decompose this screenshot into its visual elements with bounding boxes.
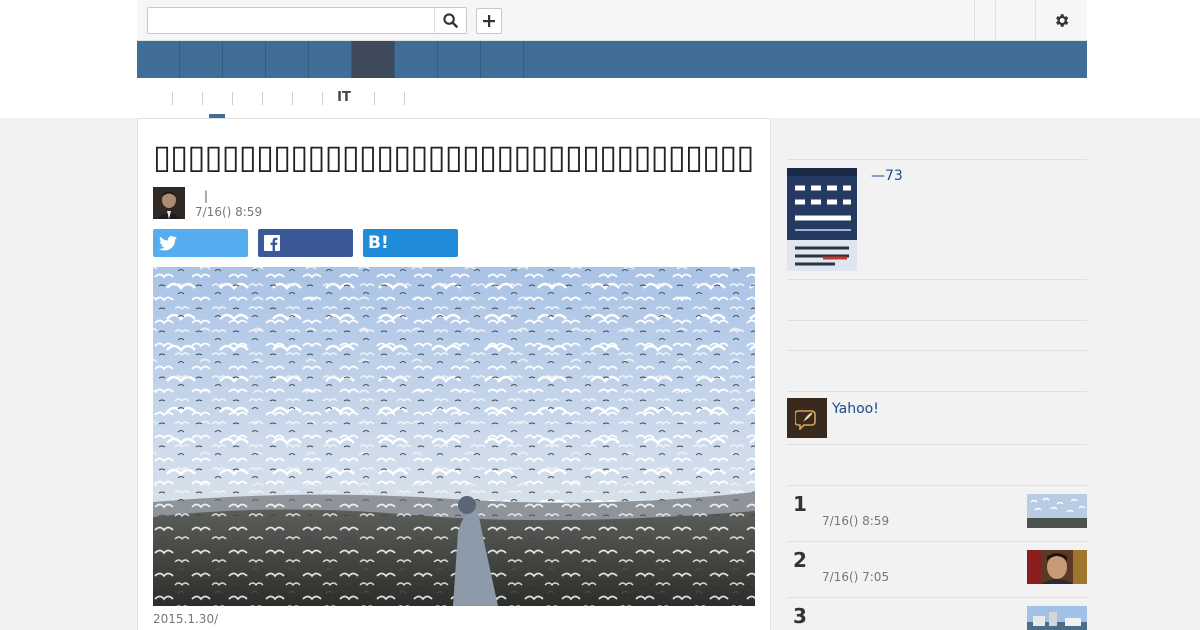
tab-divider: [404, 92, 405, 105]
ranking-item[interactable]: 3: [787, 598, 1087, 630]
header-divider: [974, 0, 975, 40]
book-cover[interactable]: [787, 168, 857, 271]
nav-item[interactable]: [223, 41, 266, 78]
header-divider: [995, 0, 996, 40]
nav-item[interactable]: [395, 41, 438, 78]
category-tabs: IT: [137, 78, 1087, 118]
book-link[interactable]: —73: [871, 168, 903, 184]
nav-item[interactable]: [438, 41, 481, 78]
twitter-share-button[interactable]: [153, 229, 248, 257]
photo-caption: 2015.1.30/: [153, 612, 219, 626]
nav-item[interactable]: [180, 41, 223, 78]
yahoo-quill-icon[interactable]: [787, 398, 827, 438]
settings-button[interactable]: [1036, 0, 1087, 40]
search-box: [147, 7, 467, 34]
sidebar-divider: [787, 320, 1087, 321]
hatena-share-button[interactable]: B!: [363, 229, 458, 257]
yahoo-link[interactable]: Yahoo!: [832, 401, 879, 417]
sidebar-divider: [787, 279, 1087, 280]
publish-date: 7/16() 8:59: [195, 205, 263, 219]
tab-divider: [322, 92, 323, 105]
search-button[interactable]: [434, 8, 466, 33]
sidebar: —73 Yahoo! 1 7/16() 8:59 2 7/16() 7:05 3: [787, 118, 1087, 630]
twitter-icon: [159, 235, 177, 250]
rank-date: 7/16() 7:05: [822, 570, 890, 584]
sidebar-divider: [787, 159, 1087, 160]
search-icon: [443, 13, 458, 28]
author-separator: |: [204, 189, 209, 203]
facebook-icon: [264, 235, 280, 251]
nav-item[interactable]: [266, 41, 309, 78]
plus-icon: [483, 15, 495, 27]
tab-divider: [202, 92, 203, 105]
quill-icon: [795, 410, 816, 430]
rank-thumbnail: [1027, 606, 1087, 630]
author-avatar[interactable]: [153, 187, 185, 219]
rank-date: 7/16() 8:59: [822, 514, 890, 528]
nav-item[interactable]: [137, 41, 180, 78]
facebook-share-button[interactable]: [258, 229, 353, 257]
hatena-icon: B!: [368, 233, 389, 253]
main-nav: [137, 41, 1087, 78]
nav-item-active[interactable]: [352, 41, 395, 78]
sidebar-divider: [787, 444, 1087, 445]
nav-item[interactable]: [481, 41, 524, 78]
ranking-item[interactable]: 2 7/16() 7:05: [787, 542, 1087, 598]
rank-number: 2: [793, 548, 807, 572]
add-button[interactable]: [476, 8, 502, 34]
tab-it[interactable]: IT: [329, 78, 359, 118]
sidebar-divider: [787, 391, 1087, 392]
site-header: [137, 0, 1087, 41]
search-input[interactable]: [148, 8, 436, 33]
tab-divider: [232, 92, 233, 105]
article-headline: ▯▯▯▯▯▯▯▯▯▯▯▯▯▯▯▯▯▯▯▯▯▯▯▯▯▯▯▯▯▯▯▯▯▯▯▯▯▯▯▯…: [153, 137, 753, 176]
rank-thumbnail: [1027, 494, 1087, 528]
sidebar-divider: [787, 350, 1087, 351]
tab-divider: [262, 92, 263, 105]
rank-number: 3: [793, 604, 807, 628]
tab-divider: [292, 92, 293, 105]
gear-icon: [1056, 13, 1069, 27]
rank-number: 1: [793, 492, 807, 516]
article: ▯▯▯▯▯▯▯▯▯▯▯▯▯▯▯▯▯▯▯▯▯▯▯▯▯▯▯▯▯▯▯▯▯▯▯▯▯▯▯▯…: [137, 118, 771, 630]
tab-divider: [374, 92, 375, 105]
rank-thumbnail: [1027, 550, 1087, 584]
tab-divider: [172, 92, 173, 105]
nav-item[interactable]: [309, 41, 352, 78]
article-photo: [153, 267, 755, 606]
ranking-item[interactable]: 1 7/16() 8:59: [787, 486, 1087, 542]
